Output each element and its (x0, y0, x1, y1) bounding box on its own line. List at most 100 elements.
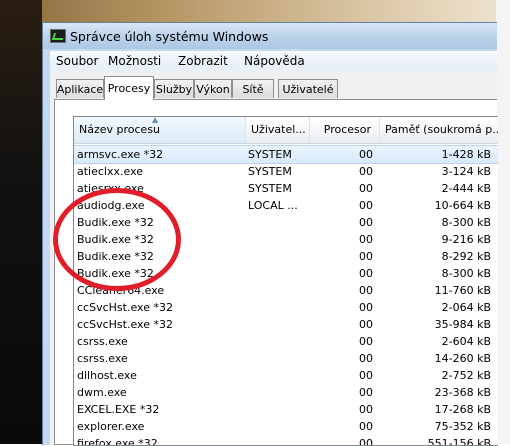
process-name: dllhost.exe (77, 369, 137, 382)
process-user (248, 316, 308, 333)
process-user (248, 248, 308, 265)
menu-napoveda[interactable]: Nápověda (244, 54, 305, 68)
tab-sluzby[interactable]: Služby (154, 79, 194, 98)
process-cpu: 00 (359, 250, 373, 263)
process-memory: 17-268 kB (434, 403, 491, 416)
process-memory: 75-352 kB (434, 420, 491, 433)
process-memory: 2-444 kB (441, 182, 491, 195)
tab-site[interactable]: Sítě (232, 79, 274, 98)
process-cpu: 00 (359, 284, 373, 297)
process-memory: 9-216 kB (441, 233, 491, 246)
process-name: csrss.exe (77, 335, 128, 348)
menu-zobrazit[interactable]: Zobrazit (178, 54, 228, 68)
process-row[interactable]: dllhost.exe 00 2-752 kB (74, 367, 498, 384)
desktop-background-right (496, 0, 510, 444)
tab-procesy[interactable]: Procesy (104, 76, 154, 100)
process-name: ccSvcHst.exe *32 (77, 301, 173, 314)
process-cpu: 00 (359, 403, 373, 416)
process-cpu: 00 (359, 199, 373, 212)
process-name: csrss.exe (77, 352, 128, 365)
process-memory: 11-760 kB (434, 284, 491, 297)
process-user (248, 401, 308, 418)
process-row[interactable]: armsvc.exe *32 SYSTEM 00 1-428 kB (74, 145, 498, 164)
process-name: atieclxx.exe (77, 165, 144, 178)
process-memory: 8-300 kB (441, 267, 491, 280)
process-memory: 8-300 kB (441, 216, 491, 229)
process-row[interactable]: csrss.exe 00 14-260 kB (74, 350, 498, 367)
process-cpu: 00 (359, 165, 373, 178)
process-memory: 2-752 kB (441, 369, 491, 382)
menu-soubor[interactable]: Soubor (56, 54, 98, 68)
process-row[interactable]: explorer.exe 00 75-352 kB (74, 418, 498, 435)
menu-moznosti[interactable]: Možnosti (108, 54, 161, 68)
process-name: dwm.exe (77, 386, 127, 399)
process-user (248, 350, 308, 367)
list-header: ▲ Název procesu Uživatel... Procesor Pam… (74, 117, 498, 144)
tab-uzivatele[interactable]: Uživatelé (278, 79, 338, 98)
process-name: ccSvcHst.exe *32 (77, 318, 173, 331)
column-header-memory[interactable]: Paměť (soukromá p... (380, 117, 498, 143)
process-memory: 23-368 kB (434, 386, 491, 399)
process-name: firefox.exe *32 (77, 437, 158, 446)
process-user: SYSTEM (248, 182, 292, 195)
red-annotation-circle (53, 188, 181, 291)
process-user (248, 333, 308, 350)
process-cpu: 00 (359, 267, 373, 280)
process-user: LOCAL ... (248, 199, 298, 212)
process-user: SYSTEM (248, 165, 292, 178)
process-cpu: 00 (359, 352, 373, 365)
process-cpu: 00 (359, 335, 373, 348)
process-user: SYSTEM (248, 148, 292, 161)
process-user (248, 214, 308, 231)
process-cpu: 00 (359, 182, 373, 195)
column-header-cpu[interactable]: Procesor (310, 117, 380, 143)
process-row[interactable]: dwm.exe 00 23-368 kB (74, 384, 498, 401)
process-cpu: 00 (359, 437, 373, 446)
tab-aplikace[interactable]: Aplikace (56, 79, 104, 98)
desktop-background-top (0, 0, 510, 22)
process-memory: 551-156 kB (427, 437, 491, 446)
process-memory: 2-064 kB (441, 301, 491, 314)
process-cpu: 00 (359, 420, 373, 433)
task-manager-icon (50, 29, 66, 43)
tab-vykon[interactable]: Výkon (194, 79, 232, 98)
menu-bar: Soubor Možnosti Zobrazit Nápověda (50, 51, 497, 72)
process-user (248, 367, 308, 384)
process-memory: 10-664 kB (434, 199, 491, 212)
process-cpu: 00 (359, 369, 373, 382)
process-cpu: 00 (359, 386, 373, 399)
process-user (248, 231, 308, 248)
process-user (248, 418, 308, 435)
process-row[interactable]: ccSvcHst.exe *32 00 35-984 kB (74, 316, 498, 333)
process-cpu: 00 (359, 233, 373, 246)
process-user (248, 384, 308, 401)
process-user (248, 299, 308, 316)
process-name: explorer.exe (77, 420, 145, 433)
process-row[interactable]: csrss.exe 00 2-604 kB (74, 333, 498, 350)
process-row[interactable]: EXCEL.EXE *32 00 17-268 kB (74, 401, 498, 418)
process-memory: 35-984 kB (434, 318, 491, 331)
process-memory: 8-292 kB (441, 250, 491, 263)
desktop-background-left (0, 0, 42, 444)
title-bar[interactable]: Správce úloh systému Windows (43, 23, 497, 49)
process-cpu: 00 (359, 318, 373, 331)
process-row[interactable]: atieclxx.exe SYSTEM 00 3-124 kB (74, 163, 498, 180)
process-cpu: 00 (359, 301, 373, 314)
process-memory: 14-260 kB (434, 352, 491, 365)
process-cpu: 00 (359, 216, 373, 229)
process-cpu: 00 (359, 148, 373, 161)
column-header-name[interactable]: ▲ Název procesu (74, 117, 246, 143)
process-user (248, 435, 308, 445)
process-memory: 1-428 kB (441, 148, 491, 161)
sort-ascending-icon: ▲ (152, 117, 159, 124)
column-header-user[interactable]: Uživatel... (246, 117, 310, 143)
process-row[interactable]: firefox.exe *32 00 551-156 kB (74, 435, 498, 446)
process-row[interactable]: ccSvcHst.exe *32 00 2-064 kB (74, 299, 498, 316)
process-memory: 2-604 kB (441, 335, 491, 348)
window-title: Správce úloh systému Windows (70, 29, 269, 44)
process-memory: 3-124 kB (441, 165, 491, 178)
process-user (248, 282, 308, 299)
process-user (248, 265, 308, 282)
process-name: EXCEL.EXE *32 (77, 403, 160, 416)
process-name: armsvc.exe *32 (77, 148, 164, 161)
